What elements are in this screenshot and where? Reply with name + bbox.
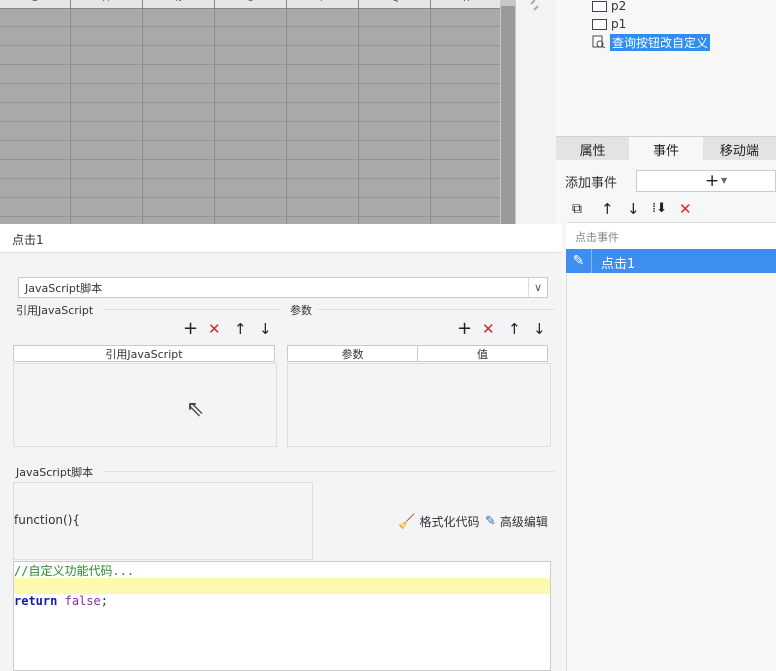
code-return-line: return false;	[14, 594, 108, 608]
chevron-down-icon[interactable]: ∨	[528, 278, 547, 297]
vertical-scrollbar[interactable]	[500, 0, 516, 224]
advanced-edit-button[interactable]: ✎ 高级编辑	[485, 513, 548, 530]
current-line-highlight	[14, 578, 550, 594]
sheet-gutter	[516, 0, 556, 224]
delete-icon[interactable]: ✕	[482, 319, 495, 339]
tab-events[interactable]: 事件	[629, 137, 703, 161]
move-down-icon[interactable]: ↓	[533, 319, 546, 339]
move-up-icon[interactable]: ↑	[234, 319, 247, 339]
property-tabs: 属性 事件 移动端	[556, 136, 776, 161]
column-header[interactable]: O	[247, 0, 254, 4]
add-icon[interactable]: +	[457, 319, 472, 339]
event-group-header: 点击事件	[566, 222, 776, 249]
tree-item-p1[interactable]: p1	[592, 16, 626, 32]
column-header[interactable]: M	[102, 0, 110, 4]
search-button-icon	[592, 35, 606, 49]
ref-js-column-header[interactable]: 引用JavaScript	[13, 345, 275, 362]
panel-divider	[566, 274, 567, 671]
widget-icon	[592, 0, 607, 12]
editor-titlebar: 点击1	[0, 224, 562, 253]
link-icon[interactable]	[528, 0, 544, 14]
editor-title: 点击1	[12, 233, 44, 247]
edit-pencil-icon[interactable]: ✎	[566, 249, 592, 273]
script-type-select[interactable]: JavaScript脚本 ∨	[18, 277, 548, 298]
chevron-down-icon: ▼	[721, 176, 728, 185]
params-table-body[interactable]	[287, 363, 551, 447]
ref-js-table-body[interactable]	[13, 363, 277, 447]
add-event-label: 添加事件	[565, 176, 618, 191]
copy-icon[interactable]: ⧉	[572, 199, 582, 219]
spreadsheet-grid[interactable]: L M N O P Q R	[0, 0, 516, 224]
move-down-icon[interactable]: ↓	[259, 319, 272, 339]
delete-icon[interactable]: ✕	[679, 199, 692, 219]
tree-item-p2[interactable]: p2	[592, 0, 626, 14]
column-header-row: L M N O P Q R	[0, 0, 500, 9]
move-up-icon[interactable]: ↑	[508, 319, 521, 339]
scrollbar-thumb[interactable]	[501, 6, 515, 224]
tree-item-query-button[interactable]: 查询按钮改自定义	[592, 33, 711, 51]
delete-icon[interactable]: ✕	[208, 319, 221, 339]
broom-icon: 🧹	[398, 513, 416, 530]
tab-mobile[interactable]: 移动端	[703, 137, 776, 161]
format-code-button[interactable]: 🧹 格式化代码	[398, 513, 479, 530]
widget-tree: p2 p1 查询按钮改自定义	[556, 0, 776, 136]
column-header[interactable]: N	[175, 0, 182, 4]
param-column-header[interactable]: 参数	[287, 345, 418, 362]
column-header[interactable]: P	[320, 0, 325, 4]
event-toolbar: ⧉ ↑ ↓ ⁞⬇ ✕	[568, 199, 776, 221]
move-down-icon[interactable]: ↓	[627, 199, 640, 219]
tab-properties[interactable]: 属性	[556, 137, 629, 161]
column-header[interactable]: L	[32, 0, 37, 4]
move-up-icon[interactable]: ↑	[601, 199, 614, 219]
mouse-cursor-icon: ⇖	[186, 397, 205, 422]
params-group-label: 参数	[290, 304, 312, 317]
ref-js-group-label: 引用JavaScript	[16, 304, 94, 317]
code-editor[interactable]: //自定义功能代码... return false;	[13, 561, 551, 671]
value-column-header[interactable]: 值	[417, 345, 548, 362]
column-header[interactable]: Q	[392, 0, 399, 4]
move-to-bottom-icon[interactable]: ⁞⬇	[652, 199, 667, 219]
add-event-dropdown[interactable]: + ▼	[636, 170, 776, 192]
code-comment-line: //自定义功能代码...	[14, 564, 135, 578]
function-signature: function(){	[13, 482, 313, 560]
column-header[interactable]: R	[463, 0, 469, 4]
edit-icon: ✎	[485, 514, 496, 529]
script-group-label: JavaScript脚本	[16, 466, 94, 479]
widget-icon	[592, 18, 607, 30]
event-item-click1[interactable]: ✎ 点击1	[566, 249, 776, 273]
add-icon[interactable]: +	[183, 319, 198, 339]
plus-icon: +	[705, 171, 720, 191]
